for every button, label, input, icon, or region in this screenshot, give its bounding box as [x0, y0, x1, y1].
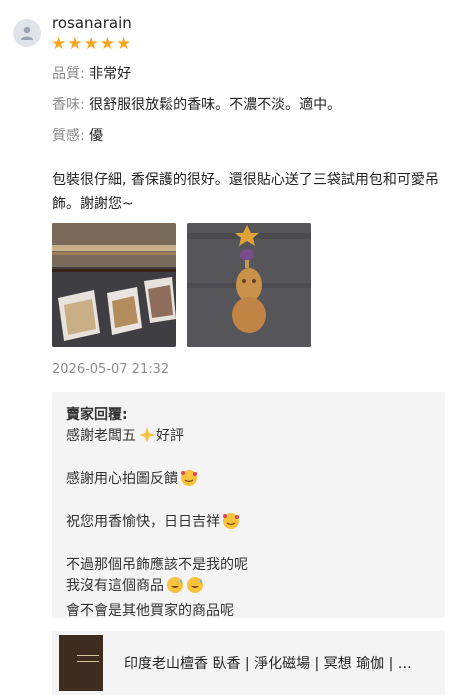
username[interactable]: rosanarain [52, 14, 132, 32]
smiling-hearts-emoji-icon [222, 512, 240, 537]
reply-line-6: 會不會是其他買家的商品呢 [66, 603, 234, 619]
review-photo-2[interactable] [187, 223, 311, 347]
review-text: 包裝很仔細, 香保護的很好。還很貼心送了三袋試用包和可愛吊飾。謝謝您~ [52, 172, 439, 212]
attr-label: 香味: [52, 97, 85, 113]
attr-label: 品質: [52, 66, 85, 82]
sparkle-star-icon [138, 426, 156, 451]
reply-text: 感謝用心拍圖反饋 [66, 471, 178, 487]
review-photo-1[interactable] [52, 223, 176, 347]
reply-text: 祝您用香愉快，日日吉祥 [66, 514, 220, 530]
seller-reply-title: 賣家回覆: [66, 407, 128, 423]
star-icon: ★ [67, 34, 83, 54]
reply-text: 我沒有這個商品 [66, 578, 164, 594]
attr-value: 很舒服很放鬆的香味。不濃不淡。適中。 [89, 97, 342, 113]
attr-label: 質感: [52, 128, 85, 144]
seller-reply: 賣家回覆: 感謝老闆五 好評 感謝用心拍圖反饋 祝您用香愉快，日日吉祥 不過那個吊… [52, 392, 445, 619]
attr-value: 非常好 [89, 66, 132, 82]
incense-sticks-image [52, 223, 176, 347]
reply-line-5: 我沒有這個商品 [66, 576, 431, 601]
reply-line-1: 感謝老闆五 好評 [66, 426, 431, 451]
user-icon [21, 26, 33, 40]
product-title[interactable]: 印度老山檀香 臥香 | 淨化磁場 | 冥想 瑜伽 | 禪修 [124, 653, 424, 673]
pendant-image [187, 223, 311, 347]
attr-scent: 香味: 很舒服很放鬆的香味。不濃不淡。適中。 [52, 94, 341, 114]
attr-value: 優 [89, 128, 104, 144]
star-icon: ★ [99, 34, 115, 54]
star-icon: ★ [116, 34, 132, 54]
star-icon: ★ [83, 34, 99, 54]
rating-stars: ★ ★ ★ ★ ★ [51, 36, 131, 53]
sweat-smile-emoji-icon [186, 576, 204, 601]
reply-line-4: 不過那個吊飾應該不是我的呢 [66, 557, 248, 573]
product-card[interactable]: 印度老山檀香 臥香 | 淨化磁場 | 冥想 瑜伽 | 禪修 [52, 631, 445, 695]
reply-text: 好評 [156, 428, 184, 444]
avatar[interactable] [13, 19, 41, 47]
review-timestamp: 2026-05-07 21:32 [52, 362, 170, 377]
product-thumbnail [59, 635, 103, 691]
reply-text: 感謝老闆五 [66, 428, 136, 444]
star-icon: ★ [51, 34, 67, 54]
attr-quality: 品質: 非常好 [52, 63, 131, 83]
reply-line-3: 祝您用香愉快，日日吉祥 [66, 512, 431, 537]
attr-texture: 質感: 優 [52, 125, 103, 145]
smiling-hearts-emoji-icon [180, 469, 198, 494]
reply-line-2: 感謝用心拍圖反饋 [66, 469, 431, 494]
sweat-smile-emoji-icon [166, 576, 184, 601]
